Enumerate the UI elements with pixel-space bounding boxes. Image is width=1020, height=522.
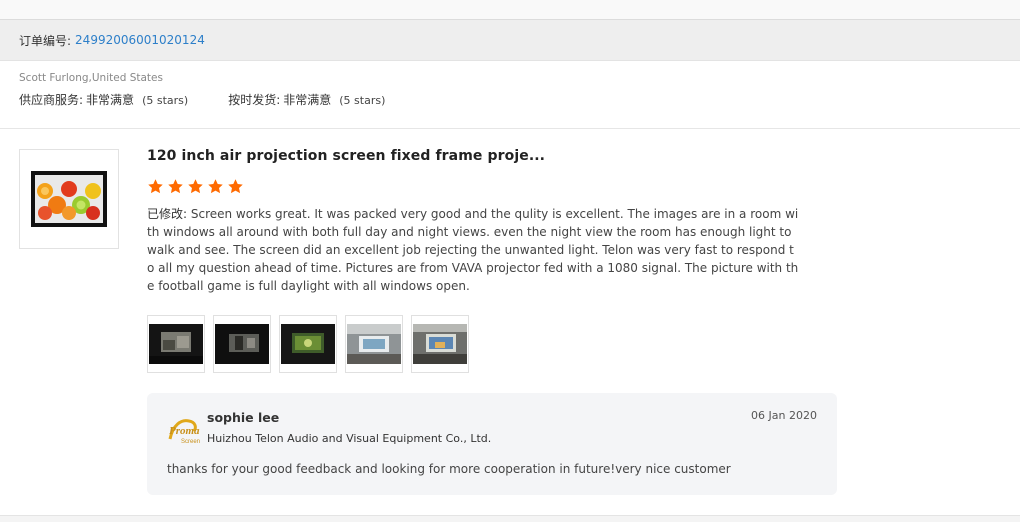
buyer-name-location: Scott Furlong,United States (19, 72, 163, 84)
seller-reply: Proma Screen sophie lee Huizhou Telon Au… (147, 393, 837, 495)
star-icon (208, 179, 223, 194)
star-icon (148, 179, 163, 194)
order-number-label: 订单编号: (19, 33, 72, 48)
product-image (31, 171, 107, 227)
photo-2-image (215, 324, 269, 364)
ontime-shipping-label: 按时发货: (228, 93, 281, 107)
photo-4-image (347, 324, 401, 364)
product-thumbnail[interactable] (19, 149, 119, 249)
supplier-service-label: 供应商服务: (19, 93, 84, 107)
review-photo-2[interactable] (213, 315, 271, 373)
order-number-link[interactable]: 24992006001020124 (75, 33, 205, 47)
svg-text:Screen: Screen (181, 439, 200, 445)
ontime-shipping-rating: 按时发货: 非常满意 (5 stars) (228, 91, 385, 108)
photo-1-image (149, 324, 203, 364)
buyer-info: Scott Furlong,United States 供应商服务: 非常满意 … (19, 72, 385, 108)
reply-message: thanks for your good feedback and lookin… (167, 462, 731, 476)
svg-text:Proma: Proma (169, 425, 200, 437)
photo-3-image (281, 324, 335, 364)
edited-prefix: 已修改: (147, 207, 188, 221)
product-title-link[interactable]: 120 inch air projection screen fixed fra… (147, 148, 545, 164)
star-icon (228, 179, 243, 194)
order-header: 订单编号: 24992006001020124 (0, 20, 1020, 61)
section-divider (0, 128, 1020, 129)
supplier-service-value: 非常满意 (86, 93, 135, 107)
review-body: Screen works great. It was packed very g… (147, 207, 799, 293)
review-photo-5[interactable] (411, 315, 469, 373)
reply-author-name: sophie lee (207, 410, 280, 425)
star-icon (188, 179, 203, 194)
review-photos (147, 315, 469, 373)
review-photo-3[interactable] (279, 315, 337, 373)
ontime-shipping-stars: (5 stars) (339, 94, 386, 107)
top-strip (0, 0, 1020, 20)
review-photo-1[interactable] (147, 315, 205, 373)
star-icon (168, 179, 183, 194)
review-photo-4[interactable] (345, 315, 403, 373)
reply-company-name: Huizhou Telon Audio and Visual Equipment… (207, 432, 492, 445)
bottom-divider (0, 515, 1020, 522)
photo-5-image (413, 324, 467, 364)
ontime-shipping-value: 非常满意 (283, 93, 332, 107)
supplier-service-stars: (5 stars) (142, 94, 189, 107)
reply-date: 06 Jan 2020 (751, 409, 817, 422)
review-text: 已修改: Screen works great. It was packed v… (147, 205, 799, 295)
product-star-rating (147, 178, 244, 195)
seller-logo-icon: Proma Screen (168, 419, 200, 445)
seller-ratings: 供应商服务: 非常满意 (5 stars) 按时发货: 非常满意 (5 star… (19, 91, 385, 108)
